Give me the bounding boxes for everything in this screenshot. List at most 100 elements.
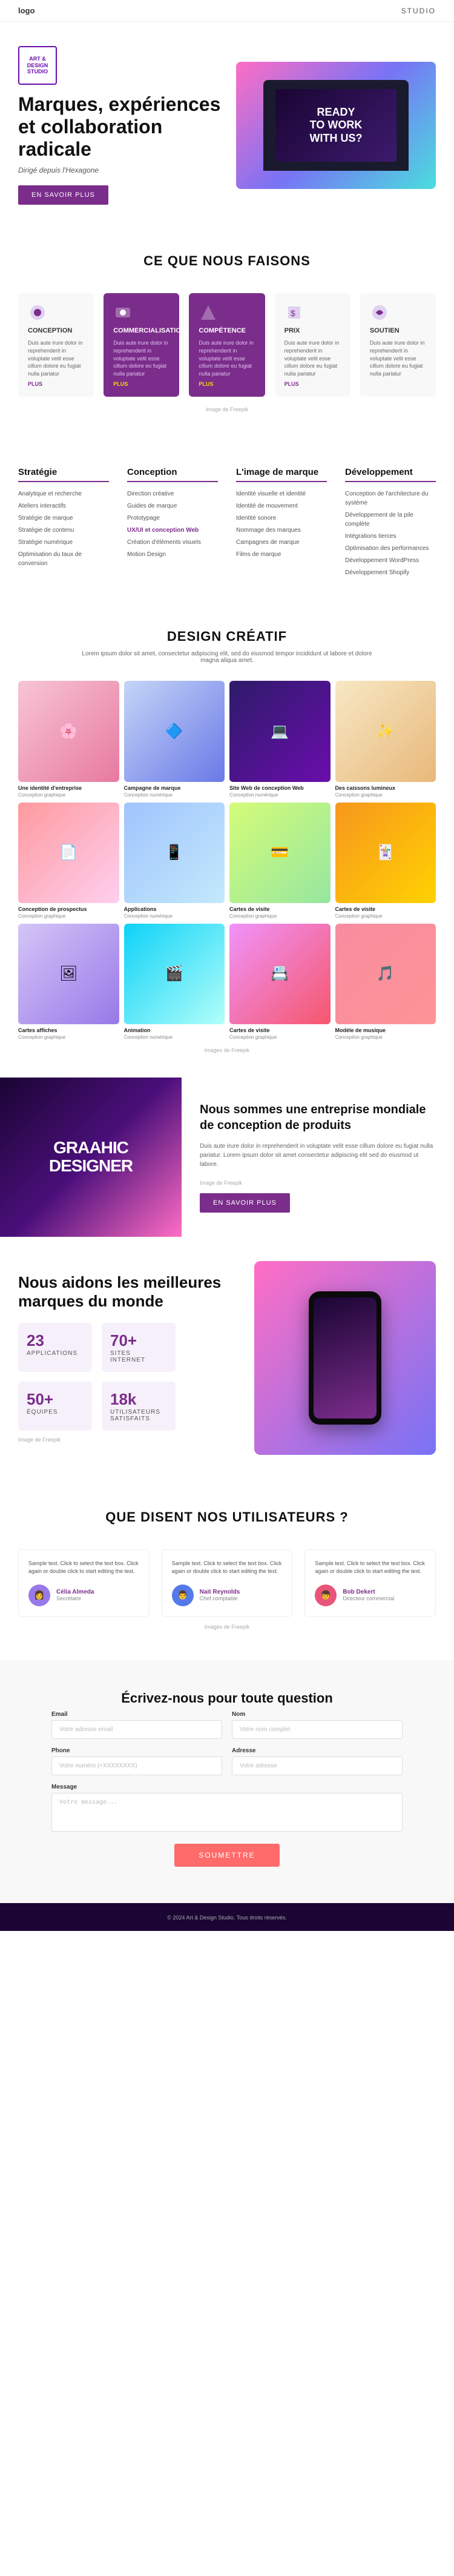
competence-col-conception: Conception Direction créative Guides de … (127, 467, 218, 580)
stats-section: Nous aidons les meilleures marques du mo… (0, 1237, 454, 1479)
world-section: GRAAHICDESIGNER Nous sommes une entrepri… (0, 1078, 454, 1237)
strategie-title: Stratégie (18, 467, 109, 482)
testimonial-text: Sample text. Click to select the text bo… (28, 1560, 139, 1576)
stat-box: 18k UTILISATEURS SATISFAITS (102, 1382, 176, 1431)
testimonial-author: 👩 Célia Almeda Secrétaire (28, 1584, 139, 1606)
design-item-title: Campagne de marque (124, 785, 225, 792)
commercialisation-text: Duis aute irure dolor in reprehenderit i… (113, 339, 169, 377)
prix-plus[interactable]: PLUS (285, 381, 341, 387)
strat-item-2: Ateliers interactifs (18, 502, 109, 511)
service-card-commercialisation: COMMERCIALISATION Duis aute irure dolor … (104, 293, 179, 397)
email-input[interactable] (51, 1720, 222, 1739)
design-item-sub: Conception numérique (124, 792, 225, 798)
design-item: 🖼 Cartes affiches Conception graphique (18, 924, 119, 1040)
design-item: ✨ Des caissons lumineux Conception graph… (335, 681, 436, 797)
design-thumb: 🃏 (335, 803, 436, 904)
dev-item-5: Développement WordPress (345, 556, 436, 565)
address-label: Adresse (232, 1747, 403, 1754)
design-item-title: Applications (124, 906, 225, 913)
service-card-competence: COMPÉTENCE Duis aute irure dolor in repr… (189, 293, 265, 397)
commercialisation-plus[interactable]: PLUS (113, 381, 169, 387)
design-item-sub: Conception graphique (335, 792, 436, 798)
design-item-sub: Conception graphique (18, 913, 119, 919)
design-item-title: Cartes affiches (18, 1027, 119, 1035)
design-item-title: Animation (124, 1027, 225, 1035)
soutien-title: SOUTIEN (370, 327, 426, 334)
img-item-2: Identité de mouvement (236, 502, 327, 511)
competence-col-image-marque: L'image de marque Identité visuelle et i… (236, 467, 327, 580)
stats-image-note: Image de Freepik (18, 1437, 236, 1443)
img-item-3: Identité sonore (236, 514, 327, 523)
conc-item-4[interactable]: UX/UI et conception Web (127, 526, 218, 535)
stats-grid: 23 APPLICATIONS 70+ SITES INTERNET 50+ É… (18, 1323, 176, 1431)
contact-form: Email Nom Phone Adresse Message (51, 1711, 403, 1867)
design-item-title: Une identité d'entreprise (18, 785, 119, 792)
design-thumb: 📱 (124, 803, 225, 904)
conception-col-title: Conception (127, 467, 218, 482)
design-thumb: 📇 (229, 924, 331, 1025)
image-marque-title: L'image de marque (236, 467, 327, 482)
hero-image: READY TO WORK WITH US? (236, 62, 436, 189)
hero-cta-button[interactable]: EN SAVOIR PLUS (18, 185, 108, 205)
testimonials-grid: Sample text. Click to select the text bo… (18, 1549, 436, 1617)
phone-label: Phone (51, 1747, 222, 1754)
stat-number: 70+ (110, 1331, 167, 1350)
submit-button[interactable]: SOUMETTRE (174, 1844, 279, 1867)
dev-item-4: Optimisation des performances (345, 544, 436, 553)
stat-label: APPLICATIONS (27, 1350, 84, 1357)
stat-number: 18k (110, 1390, 167, 1409)
competence-plus[interactable]: PLUS (199, 381, 255, 387)
nav-studio: STUDIO (401, 7, 436, 15)
world-title: Nous sommes une entreprise mondiale de c… (200, 1102, 436, 1133)
design-item-sub: Conception numérique (124, 1035, 225, 1040)
design-item-title: Cartes de visite (229, 906, 331, 913)
testimonial-author: 👦 Bob Dekert Directeur commercial (315, 1584, 426, 1606)
design-item: 💳 Cartes de visite Conception graphique (229, 803, 331, 919)
address-input[interactable] (232, 1757, 403, 1775)
design-title: DESIGN CRÉATIF (18, 629, 436, 644)
form-row-1: Email Nom (51, 1711, 403, 1739)
message-group: Message (51, 1784, 403, 1832)
footer: © 2024 Art & Design Studio. Tous droits … (0, 1903, 454, 1931)
stat-number: 50+ (27, 1390, 84, 1409)
design-thumb: 🎵 (335, 924, 436, 1025)
conception-plus[interactable]: PLUS (28, 381, 84, 387)
conc-item-3: Prototypage (127, 514, 218, 523)
phone-screen (314, 1297, 377, 1419)
testimonials-image-note: Images de Freepik (18, 1624, 436, 1630)
hero-subtitle: Dirigé depuis l'Hexagone (18, 166, 224, 174)
strat-item-4: Stratégie de contenu (18, 526, 109, 535)
img-item-4: Nommage des marques (236, 526, 327, 535)
world-cta-button[interactable]: EN SAVOIR PLUS (200, 1193, 290, 1213)
stats-left: Nous aidons les meilleures marques du mo… (18, 1273, 236, 1443)
conc-item-1: Direction créative (127, 489, 218, 498)
address-group: Adresse (232, 1747, 403, 1775)
service-card-soutien: SOUTIEN Duis aute irure dolor in reprehe… (360, 293, 436, 397)
design-thumb: 🌸 (18, 681, 119, 782)
soutien-icon (370, 303, 389, 322)
svg-text:$: $ (291, 308, 295, 318)
design-thumb: 💻 (229, 681, 331, 782)
hero-section: ART & DESIGN STUDIO Marques, expériences… (0, 22, 454, 223)
soutien-text: Duis aute irure dolor in reprehenderit i… (370, 339, 426, 377)
name-input[interactable] (232, 1720, 403, 1739)
author-info: Bob Dekert Directeur commercial (343, 1589, 394, 1601)
stats-title: Nous aidons les meilleures marques du mo… (18, 1273, 236, 1311)
phone-mockup (309, 1291, 381, 1425)
phone-input[interactable] (51, 1757, 222, 1775)
stat-box: 70+ SITES INTERNET (102, 1323, 176, 1372)
conc-item-6: Motion Design (127, 550, 218, 559)
author-info: Célia Almeda Secrétaire (56, 1589, 94, 1601)
testimonial-author: 👨 Nait Reynolds Chef comptable (172, 1584, 283, 1606)
design-item-title: Cartes de visite (335, 906, 436, 913)
competence-col-developpement: Développement Conception de l'architectu… (345, 467, 436, 580)
stat-number: 23 (27, 1331, 84, 1350)
competence-title: COMPÉTENCE (199, 327, 255, 334)
message-label: Message (51, 1784, 403, 1790)
message-textarea[interactable] (51, 1793, 403, 1832)
name-label: Nom (232, 1711, 403, 1718)
design-item-sub: Conception graphique (18, 792, 119, 798)
design-item-title: Des caissons lumineux (335, 785, 436, 792)
stat-label: ÉQUIPES (27, 1409, 84, 1415)
conc-item-5: Création d'éléments visuels (127, 538, 218, 547)
